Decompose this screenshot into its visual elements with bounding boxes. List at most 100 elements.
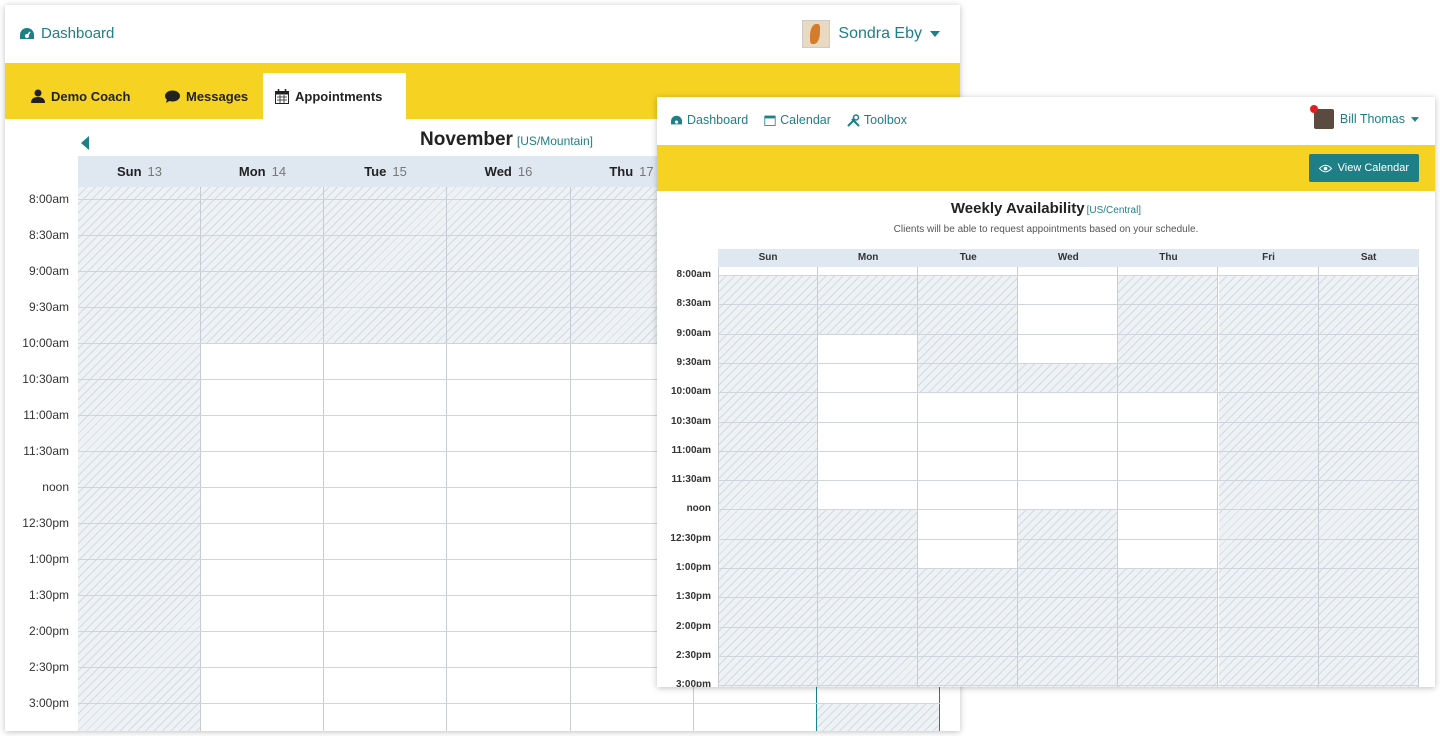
day-column[interactable] [1219, 267, 1319, 687]
hour-line [718, 450, 1419, 452]
hour-line [718, 685, 1419, 687]
toolbox-link[interactable]: Toolbox [847, 113, 907, 127]
hour-line [718, 597, 1419, 599]
avatar [1309, 105, 1334, 129]
day-header: Sat [1360, 252, 1377, 263]
calendar-label: Calendar [780, 113, 831, 127]
hour-line [78, 703, 940, 704]
tab-demo-coach[interactable]: Demo Coach [19, 73, 142, 119]
time-label: 10:00am [22, 336, 69, 350]
hour-line [718, 304, 1419, 306]
tab-label: Appointments [295, 88, 383, 104]
time-label: 12:30pm [670, 532, 711, 544]
time-label: 10:30am [22, 372, 69, 386]
time-label: 11:00am [671, 444, 711, 456]
day-header: Sun [758, 252, 778, 263]
user-name: Bill Thomas [1339, 112, 1405, 126]
calendar-icon [275, 88, 289, 104]
hour-line [718, 655, 1419, 657]
top-nav: Dashboard Sondra Eby [5, 5, 960, 63]
toolbox-label: Toolbox [863, 113, 907, 127]
time-label: 12:30pm [22, 516, 69, 530]
time-label: 1:00pm [28, 552, 69, 566]
calendar-link[interactable]: Calendar [764, 113, 831, 127]
day-column[interactable] [201, 187, 325, 731]
time-label: 3:00pm [28, 696, 69, 710]
dashboard-gauge-icon [20, 27, 34, 39]
hour-line [718, 480, 1419, 482]
tab-label: Messages [186, 88, 249, 104]
day-column[interactable] [324, 187, 448, 731]
user-menu[interactable]: Bill Thomas [1309, 105, 1419, 129]
day-column[interactable] [78, 187, 202, 731]
page-subtitle: Clients will be able to request appointm… [893, 224, 1199, 235]
page-title: Weekly Availability [US/Central] [657, 200, 1435, 217]
day-column[interactable] [918, 267, 1019, 687]
day-header: Mon [857, 252, 879, 263]
time-label: 8:00am [28, 192, 69, 206]
hour-line [718, 568, 1419, 569]
day-header: Wed 16 [484, 164, 533, 179]
hour-line [718, 626, 1419, 628]
hour-line [718, 362, 1419, 364]
time-label: 10:30am [670, 415, 711, 427]
dashboard-label: Dashboard [41, 25, 115, 42]
tab-appointments[interactable]: Appointments [263, 73, 406, 119]
time-label: 9:30am [28, 300, 69, 314]
hour-line [718, 392, 1419, 394]
time-label: 8:00am [676, 269, 711, 280]
time-label: 11:30am [671, 474, 711, 486]
time-label: noon [42, 480, 69, 494]
day-column[interactable] [1319, 267, 1419, 687]
chevron-down-icon [930, 31, 940, 37]
day-header: Sun 13 [116, 164, 163, 179]
timezone-label: [US/Central] [1086, 205, 1142, 216]
day-header: Thu [1159, 252, 1178, 263]
tools-icon [847, 113, 860, 127]
time-label: 10:00am [670, 386, 711, 398]
prev-week-arrow-icon[interactable] [81, 136, 89, 150]
time-label: 1:00pm [675, 562, 711, 573]
time-label: 1:30pm [28, 588, 69, 602]
time-label: 2:00pm [28, 624, 69, 638]
time-label: 9:30am [676, 356, 711, 368]
month-label: November [420, 129, 513, 150]
day-column[interactable] [447, 187, 571, 731]
time-label: 9:00am [676, 327, 711, 339]
day-header: Tue [959, 252, 977, 263]
tab-label: Demo Coach [51, 88, 131, 104]
hour-line [718, 421, 1419, 423]
day-header-row: Sun Mon Tue Wed Thu Fri Sat [718, 249, 1419, 267]
time-label: 11:30am [23, 444, 69, 458]
day-header: Tue 15 [364, 164, 407, 179]
time-label: 2:00pm [675, 620, 711, 632]
day-header: Wed [1057, 252, 1079, 263]
day-column[interactable] [718, 267, 819, 687]
hour-line [718, 333, 1419, 335]
chevron-down-icon [1411, 116, 1419, 122]
hour-line [718, 538, 1419, 540]
availability-grid[interactable] [718, 267, 1419, 687]
user-menu[interactable]: Sondra Eby [802, 20, 940, 48]
view-calendar-button[interactable]: View Calendar [1308, 154, 1419, 182]
day-header: Mon 14 [238, 164, 287, 179]
day-column[interactable] [1118, 267, 1219, 687]
user-name: Sondra Eby [838, 25, 922, 42]
hour-line [718, 275, 1419, 276]
time-label: 2:30pm [28, 660, 69, 674]
dashboard-label: Dashboard [687, 113, 749, 127]
tab-messages[interactable]: Messages [153, 73, 260, 119]
time-label: noon [686, 503, 711, 515]
user-icon [31, 89, 45, 103]
dashboard-link[interactable]: Dashboard [670, 113, 748, 127]
time-label: 1:30pm [675, 591, 711, 603]
month-title: November [US/Mountain] [420, 129, 593, 151]
time-label: 9:00am [28, 264, 69, 278]
dashboard-link[interactable]: Dashboard [19, 25, 114, 42]
day-column[interactable] [818, 267, 919, 687]
day-column[interactable] [1018, 267, 1119, 687]
eye-icon [1318, 164, 1332, 172]
time-label: 2:30pm [675, 649, 711, 661]
dashboard-gauge-icon [671, 115, 682, 124]
view-calendar-label: View Calendar [1337, 162, 1409, 174]
